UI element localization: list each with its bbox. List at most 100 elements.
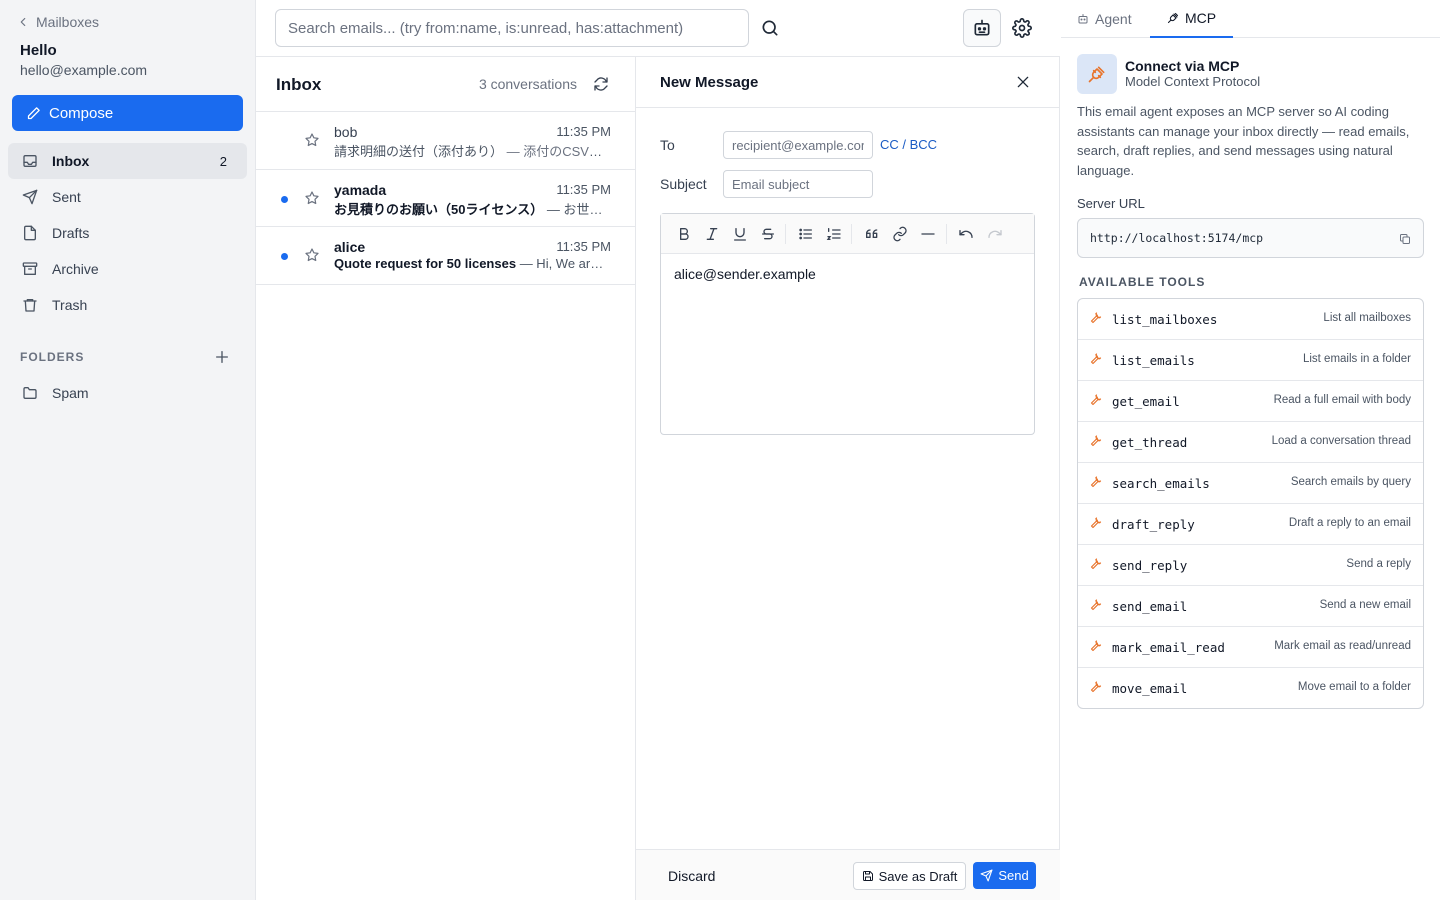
pencil-icon (26, 106, 41, 121)
horizontal-rule-icon[interactable] (920, 226, 936, 242)
send-button[interactable]: Send (973, 862, 1036, 889)
sidebar-item-sent[interactable]: Sent (8, 179, 247, 215)
tool-name: list_mailboxes (1112, 312, 1218, 327)
wrench-icon (1090, 558, 1102, 570)
send-label: Send (998, 868, 1029, 883)
tool-row: send_reply Send a reply (1078, 545, 1423, 586)
compose-title: New Message (660, 74, 759, 91)
star-icon[interactable] (304, 247, 320, 263)
tool-name: list_emails (1112, 353, 1195, 368)
server-url-label: Server URL (1077, 196, 1145, 211)
conversation-count: 3 conversations (478, 76, 577, 92)
mcp-description: This email agent exposes an MCP server s… (1077, 104, 1410, 178)
bullet-list-icon[interactable] (798, 226, 814, 242)
unread-indicator (281, 195, 288, 203)
email-time: 11:35 PM (556, 181, 611, 197)
tab-label: Agent (1095, 11, 1132, 27)
tab-mcp[interactable]: MCP (1150, 0, 1234, 38)
copy-icon[interactable] (1399, 233, 1411, 245)
folders-heading: FOLDERS (20, 350, 85, 364)
tool-name: send_reply (1112, 558, 1188, 573)
unread-indicator (281, 253, 288, 260)
file-icon (22, 225, 38, 241)
sidebar-item-label: Drafts (52, 225, 90, 241)
strikethrough-icon[interactable] (760, 226, 776, 242)
body-editor[interactable]: alice@sender.example (660, 213, 1035, 435)
tool-description: Send a reply (1346, 558, 1411, 570)
email-row[interactable]: yamada 11:35 PM お見積りのお願い（50ライセンス） — お世話に… (256, 170, 635, 227)
email-row[interactable]: bob 11:35 PM 請求明細の送付（添付あり） — 添付のCSVに請求明細… (256, 112, 635, 170)
plug-icon (1167, 12, 1179, 24)
sidebar-item-label: Sent (52, 189, 81, 205)
save-draft-button[interactable]: Save as Draft (853, 862, 966, 890)
toolbar-divider (851, 224, 852, 244)
star-icon[interactable] (304, 132, 320, 148)
editor-content[interactable]: alice@sender.example (674, 266, 816, 282)
toolbar-divider (785, 224, 786, 244)
tool-description: List emails in a folder (1302, 353, 1411, 365)
sidebar-item-spam[interactable]: Spam (8, 375, 247, 411)
sidebar-item-label: Trash (52, 297, 88, 313)
tool-description: Load a conversation thread (1271, 435, 1411, 447)
search-input[interactable] (275, 9, 749, 47)
email-list-header: Inbox 3 conversations (256, 57, 635, 112)
email-subject: 請求明細の送付（添付あり） (334, 144, 504, 159)
tools-list: list_mailboxes List all mailboxes list_ema… (1077, 298, 1424, 709)
to-field[interactable] (723, 131, 873, 159)
bold-icon[interactable] (676, 226, 692, 242)
sidebar-item-archive[interactable]: Archive (8, 251, 247, 287)
server-url-box: http://localhost:5174/mcp (1077, 218, 1424, 258)
close-compose-button[interactable] (1015, 74, 1031, 90)
numbered-list-icon[interactable] (826, 226, 842, 242)
settings-button[interactable] (1012, 18, 1032, 38)
email-snippet: — お世話になっております (546, 201, 610, 217)
mcp-subtitle: Model Context Protocol (1125, 74, 1261, 89)
back-to-mailboxes-link[interactable]: Mailboxes (16, 14, 99, 30)
refresh-icon (593, 76, 609, 92)
sidebar-item-inbox[interactable]: Inbox 2 (8, 143, 247, 179)
compose-footer: Discard Save as Draft Send (636, 849, 1060, 900)
compose-button[interactable]: Compose (12, 95, 243, 131)
sidebar: Mailboxes Hello hello@example.com Compos… (0, 0, 256, 900)
email-preview: お見積りのお願い（50ライセンス） — お世話になっております (334, 199, 610, 218)
add-folder-button[interactable] (214, 349, 230, 365)
sidebar-item-trash[interactable]: Trash (8, 287, 247, 323)
email-sender: yamada (334, 181, 387, 198)
back-link-label: Mailboxes (36, 14, 100, 30)
underline-icon[interactable] (732, 226, 748, 242)
tool-row: list_emails List emails in a folder (1078, 340, 1423, 381)
archive-icon (22, 261, 38, 277)
wrench-icon (1090, 517, 1102, 529)
top-bar (256, 0, 1060, 57)
quote-icon[interactable] (864, 226, 880, 242)
account-name: Hello (20, 42, 57, 59)
tool-name: send_email (1112, 599, 1188, 614)
search-button[interactable] (760, 18, 780, 38)
star-icon[interactable] (304, 190, 320, 206)
subject-field[interactable] (723, 170, 873, 198)
tool-row: list_mailboxes List all mailboxes (1078, 299, 1423, 340)
wrench-icon (1090, 640, 1102, 652)
email-row[interactable]: alice 11:35 PM Quote request for 50 lice… (256, 227, 635, 285)
tab-agent[interactable]: Agent (1061, 0, 1148, 38)
tool-description: Send a new email (1319, 599, 1411, 611)
plus-icon (214, 349, 230, 365)
server-url-value[interactable]: http://localhost:5174/mcp (1090, 231, 1263, 245)
link-icon[interactable] (892, 226, 908, 242)
sidebar-item-drafts[interactable]: Drafts (8, 215, 247, 251)
redo-icon[interactable] (987, 226, 1003, 242)
cc-bcc-link[interactable]: CC / BCC (880, 137, 937, 152)
tool-description: Search emails by query (1290, 476, 1411, 488)
italic-icon[interactable] (704, 226, 720, 242)
tool-description: Move email to a folder (1297, 681, 1411, 693)
undo-icon[interactable] (958, 226, 974, 242)
agent-toggle-button[interactable] (963, 9, 1001, 47)
mcp-logo (1077, 54, 1117, 94)
assistant-panel: Agent MCP Connect via MCP Model Context … (1061, 0, 1440, 900)
email-sender: bob (334, 124, 358, 140)
email-snippet: — Hi, We are interested in your product (519, 256, 610, 271)
refresh-button[interactable] (593, 76, 609, 92)
compose-label: Compose (49, 104, 114, 122)
discard-button[interactable]: Discard (668, 868, 715, 884)
tool-row: get_thread Load a conversation thread (1078, 422, 1423, 463)
